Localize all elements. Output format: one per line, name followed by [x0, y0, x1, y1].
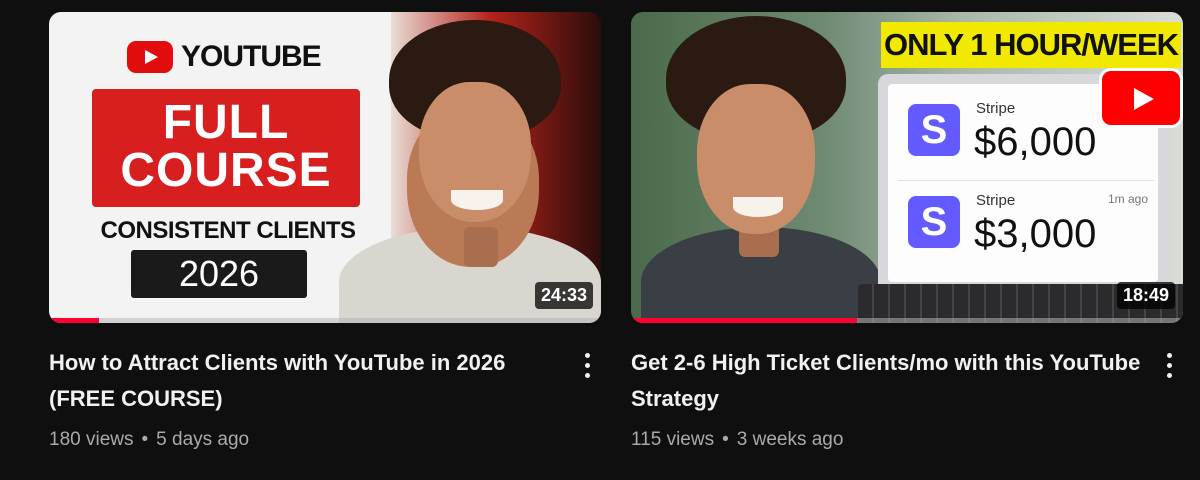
youtube-logo-icon — [127, 41, 173, 73]
video-title[interactable]: Get 2-6 High Ticket Clients/mo with this… — [631, 345, 1141, 417]
video-title[interactable]: How to Attract Clients with YouTube in 2… — [49, 345, 559, 417]
payment-brand: Stripe — [976, 100, 1016, 117]
thumbnail-headline: FULL COURSE — [92, 89, 360, 207]
view-count: 180 views — [49, 429, 134, 450]
video-stats: 115 views • 3 weeks ago — [631, 429, 1183, 451]
thumbnail-year: 2026 — [131, 250, 307, 298]
payment-time: 1m ago — [1107, 192, 1148, 206]
stripe-logo-icon: S — [908, 196, 960, 248]
more-vert-icon[interactable] — [575, 347, 599, 383]
video-meta: Get 2-6 High Ticket Clients/mo with this… — [631, 345, 1183, 451]
thumbnail-subtext: CONSISTENT CLIENTS — [100, 217, 356, 244]
view-count: 115 views — [631, 429, 715, 450]
upload-age: 5 days ago — [156, 429, 250, 450]
more-vert-icon[interactable] — [1157, 347, 1181, 383]
payment-amount: $3,000 — [974, 212, 1097, 256]
watch-progress-fill — [631, 318, 858, 323]
youtube-logo: YOUTUBE — [127, 40, 322, 74]
payment-amount: $6,000 — [974, 120, 1097, 164]
headline-line-1: FULL — [162, 96, 290, 149]
video-stats: 180 views • 5 days ago — [49, 429, 601, 451]
payment-notification: S Stripe 1m ago $3,000 — [898, 184, 1154, 272]
youtube-logo-text: YOUTUBE — [181, 40, 322, 73]
watch-progress-track — [631, 318, 1183, 323]
video-thumbnail[interactable]: S Stripe $6,000 S Stripe 1m ago $3,000 O… — [631, 12, 1183, 323]
payment-brand: Stripe — [976, 192, 1016, 209]
thumbnail-banner: ONLY 1 HOUR/WEEK — [881, 22, 1181, 68]
separator: • — [141, 429, 149, 450]
separator: • — [722, 429, 729, 450]
video-meta: How to Attract Clients with YouTube in 2… — [49, 345, 601, 451]
video-duration: 18:49 — [1116, 282, 1175, 309]
watch-progress-track — [49, 318, 601, 323]
video-duration: 24:33 — [534, 282, 593, 309]
watch-progress-fill — [49, 318, 99, 323]
video-thumbnail[interactable]: YOUTUBE FULL COURSE CONSISTENT CLIENTS 2… — [49, 12, 601, 323]
video-card[interactable]: YOUTUBE FULL COURSE CONSISTENT CLIENTS 2… — [49, 12, 601, 451]
headline-line-2: COURSE — [120, 144, 332, 197]
upload-age: 3 weeks ago — [736, 429, 844, 450]
stripe-logo-icon: S — [908, 104, 960, 156]
play-badge-icon — [1099, 68, 1183, 128]
video-card[interactable]: S Stripe $6,000 S Stripe 1m ago $3,000 O… — [631, 12, 1183, 451]
